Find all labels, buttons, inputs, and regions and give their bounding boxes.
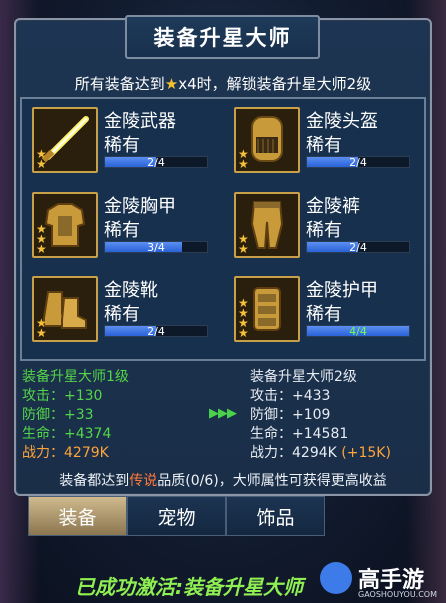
category-tabs: 装备 宠物 饰品 [28,496,325,536]
star-rating: ★ ★ ★ ★ [238,296,249,340]
note-prefix: 装备都达到 [59,473,130,489]
progress-text: 2/4 [349,156,367,169]
star-rating: ★ ★ [238,147,249,171]
defense-stat: 防御：+33 [22,407,94,423]
progress-bar: 2/4 [104,325,208,338]
golden-helmet-icon: ★ ★ [234,107,300,173]
equipment-slot-helmet[interactable]: ★ ★ 金陵头盔 稀有 2/4 [224,99,416,175]
power-stat: 战力：4279K [22,445,109,461]
item-rarity: 稀有 [104,135,140,156]
item-rarity: 稀有 [104,304,140,325]
item-rarity: 稀有 [104,220,140,241]
power-stat: 战力：4294K (+15K) [250,444,391,463]
tab-equipment[interactable]: 装备 [28,496,127,536]
progress-text: 3/4 [147,241,165,254]
site-watermark: 高手游 GAOSHOUYOU.COM [320,558,446,603]
progress-bar: 2/4 [104,156,208,169]
equipment-slot-pants[interactable]: ★ ★ 金陵裤 稀有 2/4 [224,184,416,260]
panel-title-text: 装备升星大师 [153,26,292,50]
item-name: 金陵头盔 [306,111,378,132]
tab-accessory[interactable]: 饰品 [226,496,325,536]
progress-bar: 2/4 [306,241,410,254]
item-name: 金陵胸甲 [104,196,176,217]
current-master-stats: 装备升星大师1级 攻击：+130 防御：+33 生命：+4374 战力：4279… [22,368,129,463]
progress-text: 2/4 [349,241,367,254]
progress-text: 2/4 [147,156,165,169]
power-value: 战力：4294K [250,445,337,461]
legend-quality: 传说 [129,473,158,489]
golden-pants-icon: ★ ★ [234,192,300,258]
equipment-slot-weapon[interactable]: ★ ★ 金陵武器 稀有 2/4 [22,99,214,175]
item-rarity: 稀有 [306,220,342,241]
star-rating: ★ ★ [36,147,47,171]
progress-text: 4/4 [349,325,367,338]
golden-sword-icon: ★ ★ [32,107,98,173]
master-bonus-note: 装备都达到传说品质(0/6)，大师属性可获得更高收益 [0,470,446,490]
panel-title: 装备升星大师 [125,15,320,59]
note-suffix: 品质(0/6)，大师属性可获得更高收益 [157,473,387,489]
unlock-prefix: 所有装备达到 [74,75,165,93]
next-level-title: 装备升星大师2级 [250,369,357,385]
next-master-stats: 装备升星大师2级 攻击：+433 防御：+109 生命：+14581 战力：42… [250,368,391,463]
equipment-slot-armor[interactable]: ★ ★ ★ ★ 金陵护甲 稀有 4/4 [224,268,416,344]
unlock-suffix: x4时，解锁装备升星大师2级 [178,75,372,93]
progress-bar: 3/4 [104,241,208,254]
upgrade-arrows-icon: ▶▶▶ [209,406,237,421]
star-icon: ★ [164,75,179,93]
progress-text: 2/4 [147,325,165,338]
golden-boots-icon: ★ ★ [32,276,98,342]
star-rating: ★ ★ ★ [36,222,47,256]
attack-stat: 攻击：+130 [22,388,103,404]
star-rating: ★ ★ [36,316,47,340]
hp-stat: 生命：+4374 [22,426,112,442]
item-name: 金陵靴 [104,280,158,301]
current-level-title: 装备升星大师1级 [22,369,129,385]
item-rarity: 稀有 [306,135,342,156]
attack-stat: 攻击：+433 [250,388,331,404]
watermark-url: GAOSHOUYOU.COM [358,590,438,599]
star-rating: ★ ★ [238,232,249,256]
progress-bar: 4/4 [306,325,410,338]
hp-stat: 生命：+14581 [250,426,349,442]
progress-bar: 2/4 [306,156,410,169]
item-name: 金陵裤 [306,196,360,217]
unlock-requirement: 所有装备达到★x4时，解锁装备升星大师2级 [0,73,446,94]
item-rarity: 稀有 [306,304,342,325]
tab-pet[interactable]: 宠物 [127,496,226,536]
defense-stat: 防御：+109 [250,407,331,423]
equipment-slot-boots[interactable]: ★ ★ 金陵靴 稀有 2/4 [22,268,214,344]
golden-chestplate-icon: ★ ★ ★ [32,192,98,258]
power-bonus: (+15K) [341,445,391,461]
item-name: 金陵武器 [104,111,176,132]
golden-armor-icon: ★ ★ ★ ★ [234,276,300,342]
equipment-slot-chestplate[interactable]: ★ ★ ★ 金陵胸甲 稀有 3/4 [22,184,214,260]
logo-icon [320,562,352,594]
activation-message: 已成功激活:装备升星大师 [75,575,303,599]
item-name: 金陵护甲 [306,280,378,301]
